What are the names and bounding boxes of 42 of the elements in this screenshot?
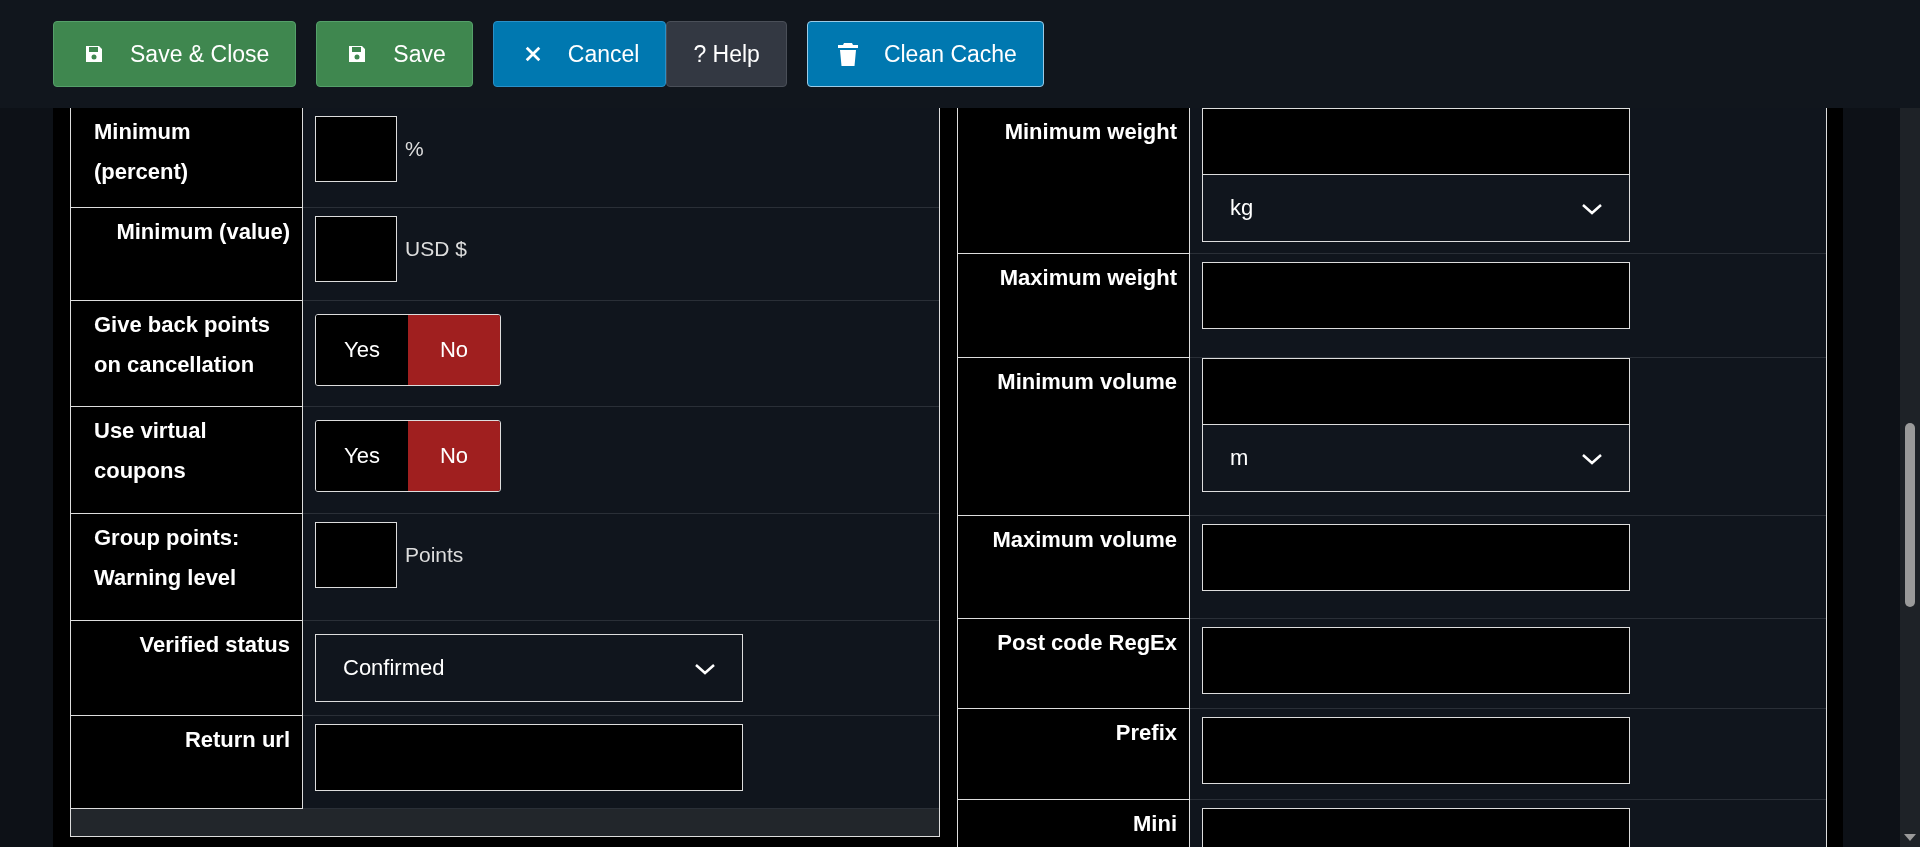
number-input[interactable]	[315, 116, 397, 182]
field-label: Minimum (percent)	[94, 118, 192, 186]
field-label: Minimum weight	[1004, 118, 1177, 146]
toggle-option[interactable]: Yes	[316, 421, 408, 491]
field-label: Mini	[1133, 810, 1177, 838]
field-label: Verified status	[139, 631, 290, 659]
text-input[interactable]	[1202, 627, 1630, 694]
text-input[interactable]	[1202, 524, 1630, 591]
text-input[interactable]	[315, 724, 743, 791]
close-icon	[523, 45, 542, 63]
number-input[interactable]	[315, 216, 397, 282]
unit-label: Points	[405, 542, 464, 568]
select-field[interactable]: kg	[1202, 174, 1630, 242]
field-label: Maximum volume	[992, 526, 1177, 554]
save-button[interactable]: Save	[316, 21, 473, 87]
help-button[interactable]: ? Help	[666, 21, 787, 87]
toggle-option[interactable]: Yes	[316, 315, 408, 385]
select-field[interactable]: m	[1202, 424, 1630, 492]
field-label: Group points: Warning level	[94, 524, 241, 592]
field-label: Minimum (value)	[116, 218, 290, 246]
text-input[interactable]	[1202, 358, 1630, 425]
text-input[interactable]	[1202, 108, 1630, 175]
field-label: Maximum weight	[999, 264, 1177, 292]
toggle-option[interactable]: No	[408, 421, 500, 491]
scrollbar[interactable]	[1900, 108, 1920, 847]
trash-icon	[837, 42, 858, 66]
text-input[interactable]	[1202, 717, 1630, 784]
toggle-option[interactable]: No	[408, 315, 500, 385]
save-button[interactable]: Save & Close	[53, 21, 297, 87]
unit-label: USD $	[405, 236, 467, 262]
text-input[interactable]	[1202, 262, 1630, 329]
field-label: Give back points on cancellation	[94, 311, 272, 379]
field-label: Prefix	[1115, 719, 1177, 747]
number-input[interactable]	[315, 522, 397, 588]
cancel-button[interactable]: Cancel	[492, 21, 667, 87]
field-label: Minimum volume	[997, 368, 1177, 396]
unit-label: %	[405, 136, 424, 162]
field-label: Use virtual coupons	[94, 417, 208, 485]
field-label: Post code RegEx	[997, 629, 1177, 657]
field-label: Return url	[184, 726, 290, 754]
clean-cache-button[interactable]: Clean Cache	[806, 21, 1044, 87]
select-field[interactable]: Confirmed	[315, 634, 743, 702]
